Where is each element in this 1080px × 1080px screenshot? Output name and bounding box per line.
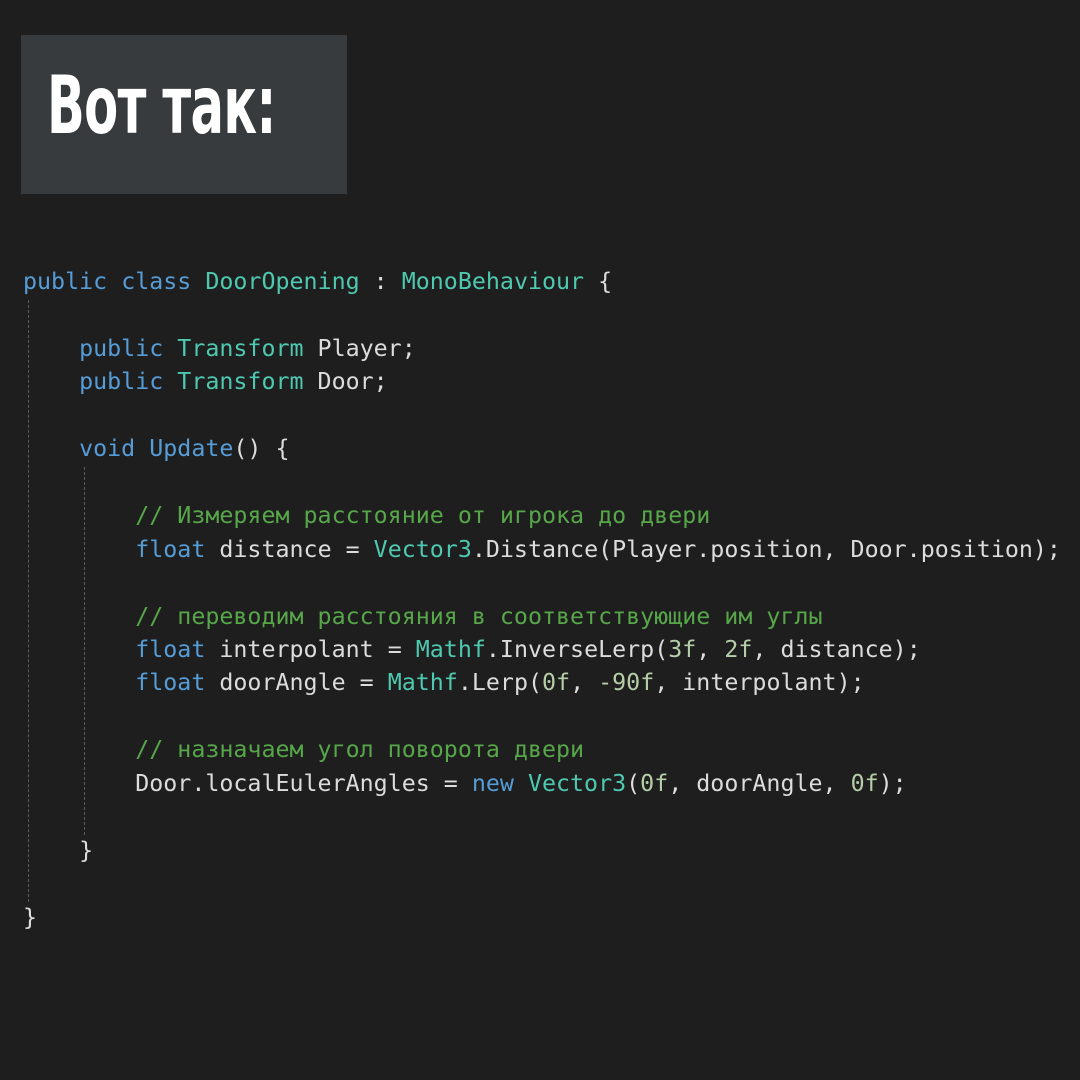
- code-token: , distance);: [752, 635, 921, 663]
- code-token: float: [135, 669, 206, 697]
- code-token: :: [359, 268, 402, 295]
- code-token: // назначаем угол поворота двери: [135, 736, 585, 764]
- code-line: void Update() {: [23, 432, 290, 466]
- code-token: ,: [570, 669, 599, 697]
- code-token: );: [878, 769, 907, 797]
- code-token: (: [626, 769, 641, 797]
- code-token: float: [135, 635, 206, 663]
- code-token: public: [79, 334, 164, 362]
- code-line: // Измеряем расстояние от игрока до двер…: [23, 499, 710, 533]
- code-line: float distance = Vector3.Distance(Player…: [23, 533, 1061, 567]
- code-token: // переводим расстояния в соответствующи…: [135, 602, 823, 630]
- code-token: class: [121, 268, 192, 295]
- code-token: () {: [233, 435, 290, 463]
- code-token: DoorOpening: [205, 268, 360, 295]
- code-token: 0f: [850, 769, 879, 797]
- code-line: // переводим расстояния в соответствующи…: [23, 600, 823, 634]
- code-token: void: [79, 435, 136, 463]
- code-token: public: [23, 268, 108, 295]
- code-token: distance =: [205, 535, 374, 563]
- code-token: , doorAngle,: [668, 769, 851, 797]
- code-token: 3f: [668, 635, 697, 663]
- code-token: interpolant =: [205, 635, 416, 663]
- code-token: Vector3: [373, 535, 472, 563]
- code-token: ,: [696, 635, 725, 663]
- code-token: Transform: [177, 334, 304, 362]
- code-token: 0f: [542, 669, 571, 697]
- code-line: float interpolant = Mathf.InverseLerp(3f…: [23, 633, 921, 667]
- code-token: Vector3: [527, 769, 627, 797]
- code-token: -90f: [598, 669, 655, 697]
- code-token: Update: [149, 435, 234, 463]
- code-token: {: [584, 268, 613, 295]
- code-token: Transform: [177, 368, 304, 396]
- code-token: public: [79, 368, 164, 396]
- code-token: .Lerp(: [457, 669, 542, 697]
- code-token: Player;: [303, 334, 416, 362]
- slide-title: Вот так:: [47, 59, 276, 152]
- code-token: MonoBehaviour: [401, 268, 585, 295]
- code-token: }: [23, 903, 38, 931]
- code-token: new: [471, 769, 514, 797]
- code-token: doorAngle =: [205, 669, 388, 697]
- code-token: // Измеряем расстояние от игрока до двер…: [135, 502, 711, 530]
- code-token: }: [23, 836, 94, 864]
- code-token: Door;: [303, 368, 388, 396]
- code-token: .Distance(Player.position, Door.position…: [471, 535, 1061, 563]
- code-token: Door.localEulerAngles =: [135, 769, 472, 797]
- code-token: .InverseLerp(: [485, 635, 669, 663]
- code-line: // назначаем угол поворота двери: [23, 733, 584, 767]
- code-line: }: [23, 834, 93, 868]
- code-line: float doorAngle = Mathf.Lerp(0f, -90f, i…: [23, 666, 865, 700]
- code-token: 0f: [640, 769, 669, 797]
- code-line: public Transform Player;: [23, 332, 416, 366]
- code-token: Mathf: [387, 669, 458, 697]
- code-token: Mathf: [415, 635, 486, 663]
- code-line: Door.localEulerAngles = new Vector3(0f, …: [23, 767, 907, 801]
- code-line: public class DoorOpening : MonoBehaviour…: [23, 265, 612, 299]
- code-line: public Transform Door;: [23, 365, 388, 399]
- code-line: }: [23, 901, 37, 935]
- code-token: 2f: [724, 635, 753, 663]
- code-token: , interpolant);: [654, 669, 865, 697]
- code-token: float: [135, 535, 206, 563]
